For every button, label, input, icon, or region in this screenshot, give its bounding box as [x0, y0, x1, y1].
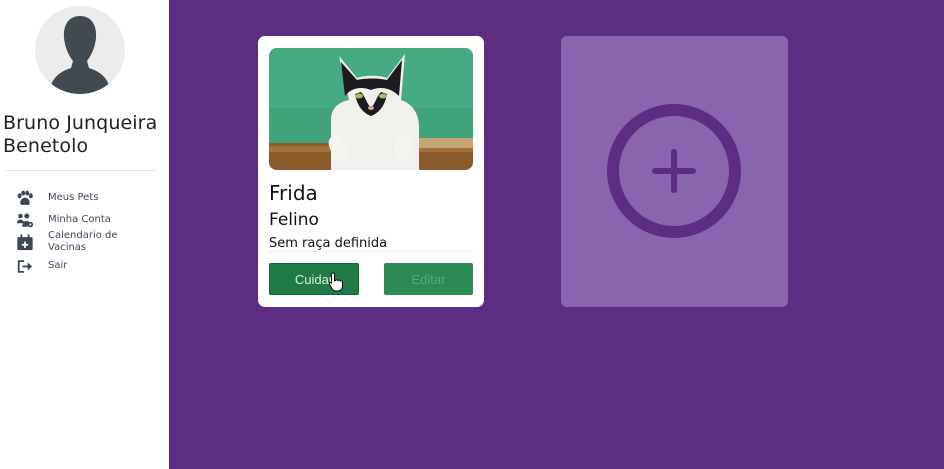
user-silhouette-icon: [35, 6, 125, 94]
sidebar-item-label: Calendario de Vacinas: [48, 230, 118, 253]
calendar-plus-icon: [15, 233, 35, 251]
sidebar-item-label: Sair: [48, 260, 68, 271]
care-button[interactable]: Cuidar: [269, 263, 359, 295]
sidebar-item-label: Minha Conta: [48, 214, 111, 225]
users-gear-icon: [15, 211, 35, 229]
plus-circle-icon: [607, 104, 741, 238]
sidebar-item-label: Meus Pets: [48, 192, 99, 203]
edit-button[interactable]: Editar: [384, 263, 473, 295]
pet-card: Frida Felino Sem raça definida Cuidar Ed…: [258, 36, 484, 307]
logout-icon: [15, 257, 35, 275]
pet-photo: [269, 48, 473, 170]
sidebar-item-calendario-vacinas[interactable]: Calendario de Vacinas: [15, 230, 128, 254]
pet-breed: Sem raça definida: [269, 236, 388, 251]
pet-breed-divider: [269, 251, 473, 252]
paw-icon: [15, 189, 35, 207]
sidebar: Bruno Junqueira Benetolo Meus Pets Minha…: [0, 0, 169, 469]
sidebar-item-minha-conta[interactable]: Minha Conta: [15, 211, 111, 229]
user-name: Bruno Junqueira Benetolo: [3, 112, 158, 157]
pet-species: Felino: [269, 210, 319, 230]
pet-name: Frida: [269, 181, 318, 205]
add-pet-card[interactable]: [561, 36, 788, 307]
sidebar-divider: [6, 170, 156, 171]
sidebar-item-meus-pets[interactable]: Meus Pets: [15, 189, 98, 207]
sidebar-item-sair[interactable]: Sair: [15, 257, 67, 275]
user-avatar: [35, 6, 125, 94]
